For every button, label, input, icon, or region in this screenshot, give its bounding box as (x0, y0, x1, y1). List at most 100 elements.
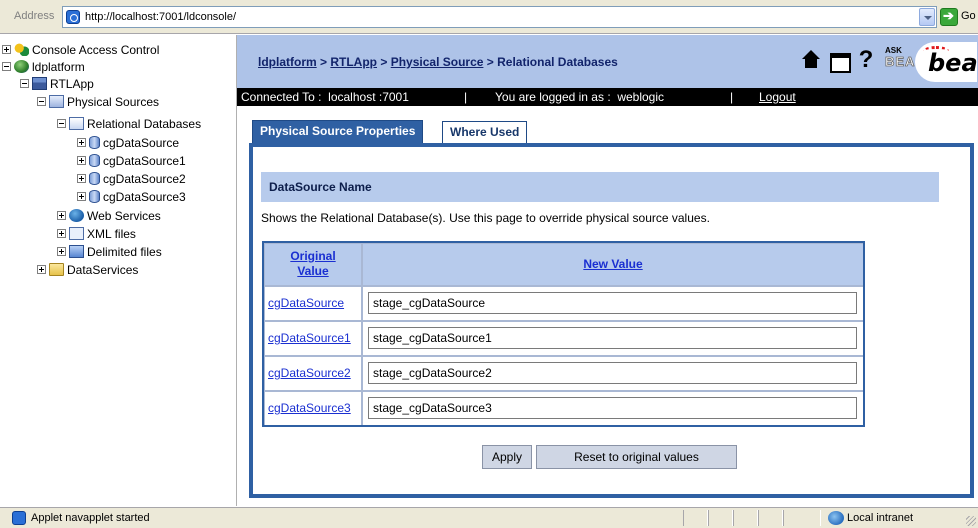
new-value-cell: stage_cgDataSource (363, 287, 863, 320)
new-value-input[interactable]: stage_cgDataSource3 (368, 397, 857, 419)
database-icon (89, 136, 100, 150)
tree-item-physical-sources[interactable]: Physical Sources (37, 94, 159, 111)
database-icon (89, 172, 100, 186)
security-zone: Local intranet (847, 512, 914, 524)
tree-item-relational-databases[interactable]: Relational Databases (57, 116, 201, 133)
tree-item-cgdatasource2[interactable]: cgDataSource2 (77, 171, 186, 188)
delimited-files-icon (69, 245, 84, 259)
tab-where-used[interactable]: Where Used (442, 121, 528, 143)
tree-item-label: cgDataSource (103, 136, 180, 150)
new-value-input[interactable]: stage_cgDataSource2 (368, 362, 857, 384)
original-value-link[interactable]: cgDataSource3 (265, 392, 361, 425)
new-window-icon[interactable] (828, 49, 851, 73)
expand-icon[interactable] (77, 174, 86, 184)
tree-item-delimited-files[interactable]: Delimited files (57, 244, 162, 261)
tree-item-web-services[interactable]: Web Services (57, 208, 161, 225)
new-value-cell: stage_cgDataSource3 (363, 392, 863, 425)
column-header-original-value[interactable]: Original Value (265, 244, 361, 285)
status-pane (758, 510, 783, 526)
breadcrumb-separator: > (377, 55, 391, 69)
apply-button[interactable]: Apply (482, 445, 532, 469)
xml-files-icon (69, 227, 84, 241)
expand-icon[interactable] (2, 45, 11, 55)
original-value-link[interactable]: cgDataSource (265, 287, 361, 320)
breadcrumb-ldplatform[interactable]: ldplatform (258, 55, 317, 69)
address-input[interactable]: http://localhost:7001/ldconsole/ (62, 6, 937, 28)
new-value-cell: stage_cgDataSource2 (363, 357, 863, 390)
status-pane (683, 510, 708, 526)
ie-page-icon (12, 511, 26, 525)
bea-logo-text: bea (928, 49, 978, 77)
collapse-icon[interactable] (37, 97, 46, 107)
collapse-icon[interactable] (57, 119, 66, 129)
ie-page-icon (66, 10, 80, 24)
page-header: ldplatform > RTLApp > Physical Source > … (237, 35, 978, 88)
tree-item-label: DataServices (67, 263, 139, 277)
reset-button[interactable]: Reset to original values (536, 445, 737, 469)
tree-item-console-access-control[interactable]: Console Access Control (2, 42, 159, 59)
globe-icon (14, 60, 29, 74)
tree-item-dataservices[interactable]: DataServices (37, 262, 138, 279)
original-value-link[interactable]: cgDataSource1 (265, 322, 361, 355)
expand-icon[interactable] (57, 211, 66, 221)
tree-item-cgdatasource[interactable]: cgDataSource (77, 135, 179, 152)
application-icon (32, 77, 47, 91)
navigation-tree: Console Access Control ldplatform RTLApp… (0, 35, 236, 506)
expand-icon[interactable] (37, 265, 46, 275)
tree-item-rtlapp[interactable]: RTLApp (20, 76, 94, 93)
breadcrumb-physical-source[interactable]: Physical Source (391, 55, 484, 69)
tree-item-label: Delimited files (87, 245, 162, 259)
breadcrumb-current: Relational Databases (497, 55, 618, 69)
local-intranet-icon (828, 511, 844, 525)
database-icon (89, 154, 100, 168)
properties-panel: DataSource Name Shows the Relational Dat… (249, 143, 974, 498)
breadcrumb-rtlapp[interactable]: RTLApp (330, 55, 377, 69)
status-pane (708, 510, 733, 526)
expand-icon[interactable] (77, 156, 86, 166)
tree-item-label: Console Access Control (32, 43, 160, 57)
tab-physical-source-properties[interactable]: Physical Source Properties (252, 120, 424, 144)
original-value-link[interactable]: cgDataSource2 (265, 357, 361, 390)
status-pane (783, 510, 821, 526)
column-header-original-line1: Original (290, 249, 336, 263)
session-divider: | (464, 90, 468, 104)
ask-bea-label: BEA (885, 54, 916, 70)
resize-grip-icon[interactable] (966, 516, 976, 526)
new-value-input[interactable]: stage_cgDataSource1 (368, 327, 857, 349)
column-header-original-line2: Value (297, 264, 329, 278)
tree-item-ldplatform[interactable]: ldplatform (2, 59, 85, 76)
collapse-icon[interactable] (2, 62, 11, 72)
status-message: Applet navapplet started (31, 512, 150, 524)
logout-link[interactable]: Logout (759, 88, 796, 106)
content-frame: ldplatform > RTLApp > Physical Source > … (237, 35, 978, 506)
address-url[interactable]: http://localhost:7001/ldconsole/ (85, 11, 236, 23)
section-title: DataSource Name (261, 172, 939, 202)
table-row: cgDataSource stage_cgDataSource (265, 287, 863, 320)
address-label: Address (14, 10, 55, 22)
browser-status-bar: Applet navapplet started Local intranet (0, 506, 978, 528)
column-header-new-value[interactable]: New Value (363, 244, 863, 285)
table-row: cgDataSource1 stage_cgDataSource1 (265, 322, 863, 355)
tree-item-cgdatasource1[interactable]: cgDataSource1 (77, 153, 186, 170)
expand-icon[interactable] (57, 229, 66, 239)
go-arrow-icon (940, 8, 958, 26)
go-label: Go (961, 10, 976, 22)
tree-item-label: RTLApp (50, 77, 94, 91)
tree-item-xml-files[interactable]: XML files (57, 226, 136, 243)
help-icon[interactable]: ? (855, 48, 877, 72)
new-value-input[interactable]: stage_cgDataSource (368, 292, 857, 314)
go-button[interactable]: Go (940, 6, 976, 28)
collapse-icon[interactable] (20, 79, 29, 89)
table-row: cgDataSource2 stage_cgDataSource2 (265, 357, 863, 390)
expand-icon[interactable] (77, 192, 86, 202)
home-icon[interactable] (800, 49, 822, 71)
breadcrumb-separator: > (483, 55, 498, 69)
tree-item-cgdatasource3[interactable]: cgDataSource3 (77, 189, 186, 206)
database-icon (89, 190, 100, 204)
session-divider: | (730, 90, 734, 104)
expand-icon[interactable] (77, 138, 86, 148)
expand-icon[interactable] (57, 247, 66, 257)
status-pane (733, 510, 758, 526)
address-dropdown-button[interactable] (919, 8, 935, 26)
tree-item-label: Web Services (87, 209, 161, 223)
